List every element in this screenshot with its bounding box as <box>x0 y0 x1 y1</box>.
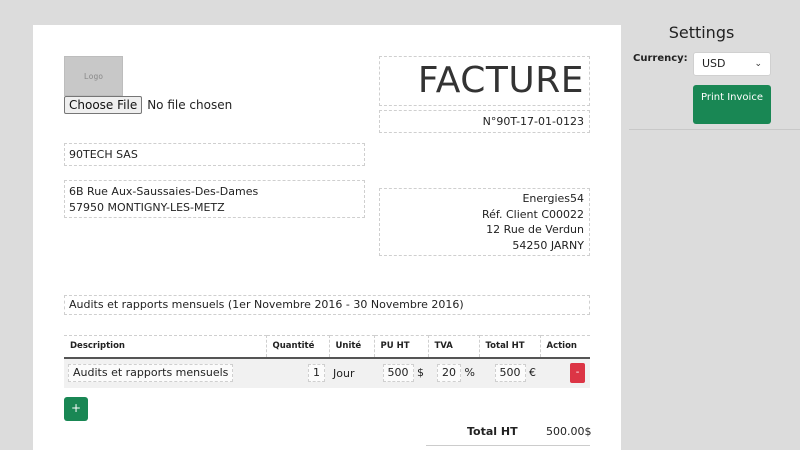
header-description: Description <box>64 335 267 359</box>
invoice-subject-field[interactable]: Audits et rapports mensuels (1er Novembr… <box>64 295 590 315</box>
unit-price-currency: $ <box>417 366 424 379</box>
delete-row-button[interactable]: - <box>570 363 585 383</box>
description-input[interactable]: Audits et rapports mensuels <box>68 364 234 382</box>
table-row: Audits et rapports mensuels 1 Jour 500 $… <box>64 357 590 388</box>
header-tva: TVA <box>428 335 480 359</box>
total-ht-label: Total HT <box>467 425 518 438</box>
file-status-text: No file chosen <box>147 98 233 112</box>
cell-unit-price: 500 $ <box>374 357 428 388</box>
tva-input[interactable]: 20 <box>437 364 462 382</box>
currency-label: Currency: <box>633 53 688 64</box>
logo-file-picker: Choose File No file chosen <box>64 96 232 114</box>
tva-unit: % <box>464 366 475 379</box>
cell-tva: 20 % <box>428 357 479 388</box>
choose-file-button[interactable]: Choose File <box>64 96 143 114</box>
total-value-input: 500 <box>494 364 526 382</box>
company-name-field[interactable]: 90TECH SAS <box>64 143 365 166</box>
invoice-title: FACTURE <box>417 60 584 101</box>
logo-text: Logo <box>83 71 104 81</box>
settings-panel: Settings Currency: USD ⌄ Print Invoice <box>629 20 800 130</box>
total-currency: € <box>529 366 536 379</box>
company-address-line1: 6B Rue Aux-Saussaies-Des-Dames <box>69 185 259 198</box>
company-address-field[interactable]: 6B Rue Aux-Saussaies-Des-Dames 57950 MON… <box>64 180 365 218</box>
header-total: Total HT <box>479 335 541 359</box>
header-action: Action <box>540 335 590 359</box>
header-quantity: Quantité <box>266 335 330 359</box>
client-address-field[interactable]: Energies54 Réf. Client C00022 12 Rue de … <box>379 188 590 256</box>
currency-select[interactable]: USD ⌄ <box>693 52 771 76</box>
client-city: 54250 JARNY <box>512 238 584 252</box>
company-address-line2: 57950 MONTIGNY-LES-METZ <box>69 201 225 214</box>
cell-quantity: 1 <box>266 357 329 388</box>
add-row-button[interactable]: + <box>64 397 88 421</box>
client-name: Energies54 <box>522 192 584 205</box>
table-header-row: Description Quantité Unité PU HT TVA Tot… <box>64 335 590 359</box>
header-unit: Unité <box>329 335 375 359</box>
client-street: 12 Rue de Verdun <box>486 223 584 236</box>
currency-value: USD <box>702 57 726 70</box>
cell-unit: Jour <box>329 357 374 388</box>
client-reference: Réf. Client C00022 <box>482 207 584 221</box>
cell-description: Audits et rapports mensuels <box>64 357 266 388</box>
unit-input[interactable]: Jour <box>333 367 354 380</box>
invoice-title-field[interactable]: FACTURE <box>379 56 590 106</box>
invoice-number-field[interactable]: N°90T-17-01-0123 <box>379 110 590 133</box>
total-ht-value: 500.00$ <box>546 425 592 438</box>
chevron-down-icon: ⌄ <box>754 59 762 69</box>
settings-title: Settings <box>668 23 735 42</box>
items-table: Description Quantité Unité PU HT TVA Tot… <box>64 335 590 388</box>
print-invoice-button[interactable]: Print Invoice <box>693 85 771 124</box>
cell-total: 500 € <box>479 357 540 388</box>
quantity-input[interactable]: 1 <box>308 364 325 382</box>
cell-action: - <box>540 357 590 388</box>
logo-placeholder[interactable]: Logo <box>64 56 123 96</box>
header-unit-price: PU HT <box>374 335 429 359</box>
unit-price-input[interactable]: 500 <box>382 364 414 382</box>
